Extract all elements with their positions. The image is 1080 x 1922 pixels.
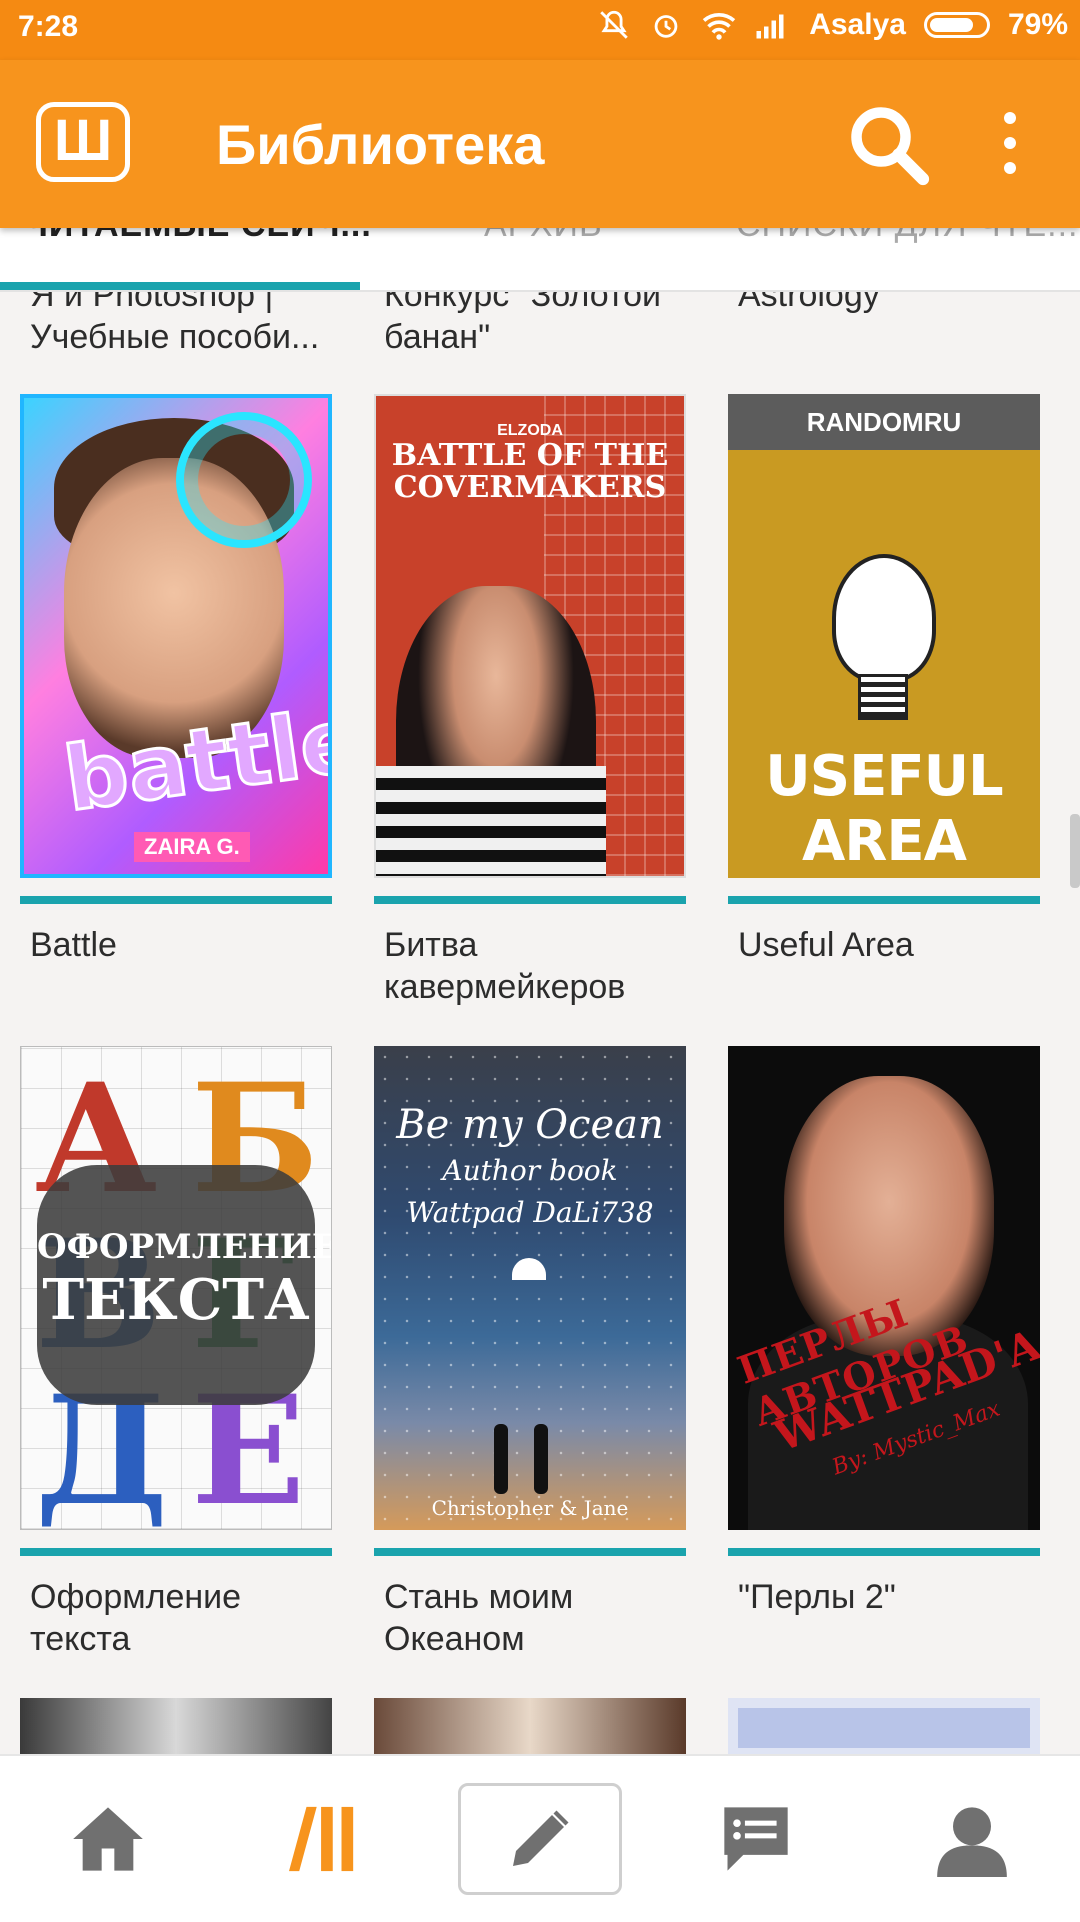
home-icon bbox=[73, 1807, 143, 1871]
book-title[interactable]: Astrology bbox=[738, 290, 1038, 316]
nav-profile[interactable] bbox=[864, 1756, 1080, 1922]
status-bar: 7:28 Asalya 79% bbox=[0, 0, 1080, 60]
lightbulb-icon bbox=[832, 554, 936, 682]
cover-text: BATTLE OF THE COVERMAKERS bbox=[391, 438, 669, 505]
bottom-navigation bbox=[0, 1754, 1080, 1922]
reading-progress-bar bbox=[374, 896, 686, 904]
reading-progress-bar bbox=[20, 896, 332, 904]
reading-progress-bar bbox=[728, 896, 1040, 904]
book-card[interactable]: А Б В Г Д Е ОФОРМЛЕНИЕ ТЕКСТА Оформление… bbox=[20, 1046, 332, 1660]
tab-currently-reading[interactable]: ЧИТАЕМЫЕ СЕЙЧ... bbox=[24, 228, 372, 245]
overflow-menu-icon[interactable] bbox=[990, 112, 1030, 178]
status-time: 7:28 bbox=[18, 10, 79, 43]
library-grid[interactable]: Я и Photoshop | Учебные пособи... Конкур… bbox=[0, 290, 1080, 1754]
book-cover[interactable] bbox=[374, 1698, 686, 1754]
library-icon bbox=[289, 1806, 354, 1872]
wattpad-logo-icon[interactable]: Ш bbox=[36, 102, 130, 182]
battery-icon bbox=[923, 12, 990, 38]
book-card[interactable]: battle ZAIRA G. Battle bbox=[20, 394, 332, 966]
book-title[interactable]: Useful Area bbox=[738, 924, 1030, 966]
book-cover[interactable]: А Б В Г Д Е ОФОРМЛЕНИЕ ТЕКСТА bbox=[20, 1046, 332, 1530]
book-card[interactable]: RANDOMRU USEFUL AREA Useful Area bbox=[728, 394, 1040, 966]
write-icon bbox=[513, 1810, 569, 1866]
book-title[interactable]: Битва кавермейкеров bbox=[384, 924, 676, 1008]
book-cover[interactable] bbox=[728, 1698, 1040, 1754]
book-card[interactable]: ПЕРЛЫ АВТОРОВ WATTPAD'A By: Mystic_Max "… bbox=[728, 1046, 1040, 1618]
cover-text: ОФОРМЛЕНИЕ ТЕКСТА bbox=[37, 1165, 331, 1405]
wifi-icon bbox=[703, 13, 736, 40]
page-title: Библиотека bbox=[216, 113, 545, 176]
nav-messages[interactable] bbox=[648, 1756, 864, 1922]
cover-author: ZAIRA G. bbox=[134, 832, 250, 862]
carrier-name: Asalya bbox=[809, 8, 906, 41]
app-bar: Ш Библиотека bbox=[0, 60, 1080, 228]
reading-progress-bar bbox=[374, 1548, 686, 1556]
tab-indicator bbox=[0, 282, 360, 290]
book-title[interactable]: Battle bbox=[30, 924, 322, 966]
book-cover[interactable]: ELZODA BATTLE OF THE COVERMAKERS bbox=[374, 394, 686, 878]
cover-author: RANDOMRU bbox=[728, 394, 1040, 450]
book-cover[interactable] bbox=[20, 1698, 332, 1754]
library-tabs: ЧИТАЕМЫЕ СЕЙЧ... АРХИВ СПИСКИ ДЛЯ ЧТЕ... bbox=[0, 228, 1080, 292]
book-title[interactable]: Оформление текста bbox=[30, 1576, 322, 1660]
status-icons: Asalya 79% bbox=[597, 8, 1068, 42]
tab-reading-lists[interactable]: СПИСКИ ДЛЯ ЧТЕ... bbox=[736, 228, 1078, 245]
profile-icon bbox=[937, 1807, 1007, 1877]
battery-percent: 79% bbox=[1007, 8, 1068, 41]
cover-author: Christopher & Jane bbox=[431, 1496, 629, 1520]
book-title[interactable]: Стань моим Океаном bbox=[384, 1576, 676, 1660]
nav-write[interactable] bbox=[432, 1756, 648, 1922]
reading-progress-bar bbox=[728, 1548, 1040, 1556]
nav-library[interactable] bbox=[216, 1756, 432, 1922]
book-title[interactable]: Конкурс "Золотой банан" bbox=[384, 290, 684, 358]
scrollbar[interactable] bbox=[1070, 814, 1080, 888]
book-cover[interactable]: ПЕРЛЫ АВТОРОВ WATTPAD'A By: Mystic_Max bbox=[728, 1046, 1040, 1530]
alarm-icon bbox=[654, 15, 678, 38]
messages-icon bbox=[724, 1807, 788, 1871]
reading-progress-bar bbox=[20, 1548, 332, 1556]
book-title[interactable]: "Перлы 2" bbox=[738, 1576, 1030, 1618]
book-title[interactable]: Я и Photoshop | Учебные пособи... bbox=[30, 290, 330, 358]
signal-icon bbox=[756, 14, 784, 39]
mute-bell-icon bbox=[600, 10, 628, 39]
book-cover[interactable]: Be my Ocean Author book Wattpad DaLi738 … bbox=[374, 1046, 686, 1530]
book-card[interactable]: ELZODA BATTLE OF THE COVERMAKERS Битва ка… bbox=[374, 394, 686, 1008]
book-cover[interactable]: RANDOMRU USEFUL AREA bbox=[728, 394, 1040, 878]
cover-text: USEFUL AREA bbox=[765, 744, 1003, 874]
book-card[interactable]: Be my Ocean Author book Wattpad DaLi738 … bbox=[374, 1046, 686, 1660]
cover-text: Be my Ocean bbox=[396, 1102, 664, 1148]
nav-home[interactable] bbox=[0, 1756, 216, 1922]
tab-archive[interactable]: АРХИВ bbox=[484, 228, 603, 245]
book-cover[interactable]: battle ZAIRA G. bbox=[20, 394, 332, 878]
search-icon[interactable] bbox=[846, 102, 930, 186]
